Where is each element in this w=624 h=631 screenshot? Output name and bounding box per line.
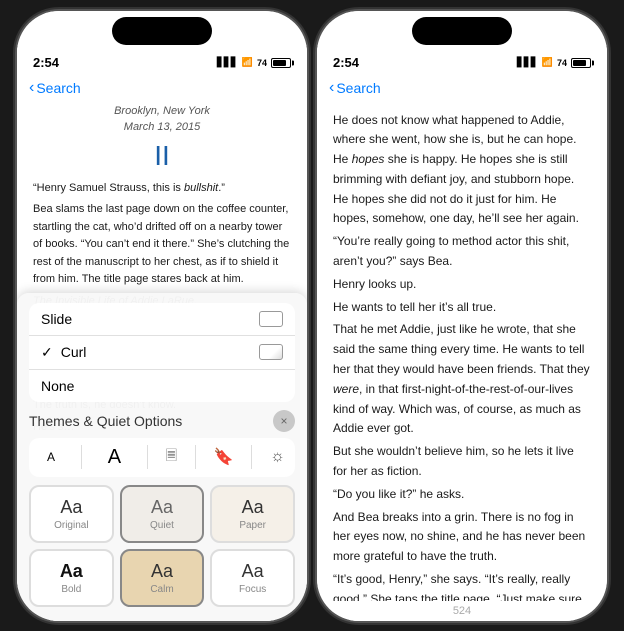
status-bar-left: 2:54 ▋▋▋ 📶 74: [17, 45, 307, 77]
theme-paper-name: Paper: [239, 520, 266, 531]
slide-menu: Slide ✓ Curl: [29, 303, 295, 402]
dynamic-island-left: [112, 17, 212, 45]
theme-focus[interactable]: Aa Focus: [210, 549, 295, 607]
status-bar-right: 2:54 ▋▋▋ 📶 74: [317, 45, 607, 77]
close-button[interactable]: ×: [273, 410, 295, 432]
status-icons-left: ▋▋▋ 📶 74: [217, 57, 291, 68]
themes-header: Themes & Quiet Options ×: [29, 410, 295, 432]
theme-quiet-label: Aa: [151, 497, 173, 518]
back-label-left: Search: [36, 80, 80, 96]
reading-para-7: “Do you like it?” he asks.: [333, 485, 591, 505]
brightness-icon[interactable]: ☼: [270, 448, 285, 466]
font-controls: A A 🗏 🔖 ☼: [29, 438, 295, 477]
curl-label: Curl: [61, 344, 87, 360]
theme-original[interactable]: Aa Original: [29, 485, 114, 543]
theme-original-name: Original: [54, 520, 88, 531]
signal-icon: ▋▋▋: [217, 57, 238, 68]
font-divider-3: [195, 445, 196, 469]
curl-icon: [259, 344, 283, 360]
theme-bold-name: Bold: [61, 584, 81, 595]
reading-para-9: “It’s good, Henry,” she says. “It’s real…: [333, 570, 591, 600]
reading-text-right: He does not know what happened to Addie,…: [317, 103, 607, 601]
font-divider-1: [81, 445, 82, 469]
back-arrow-left: ‹: [29, 79, 34, 97]
back-label-right: Search: [336, 80, 380, 96]
battery-text-right: 74: [557, 58, 567, 68]
theme-calm-name: Calm: [150, 584, 173, 595]
theme-calm[interactable]: Aa Calm: [120, 549, 205, 607]
chapter-number: II: [33, 140, 291, 172]
theme-bold[interactable]: Aa Bold: [29, 549, 114, 607]
font-increase-button[interactable]: A: [100, 444, 129, 471]
theme-focus-name: Focus: [239, 584, 266, 595]
time-right: 2:54: [333, 55, 359, 70]
nav-bar-right: ‹ Search: [317, 77, 607, 103]
none-label: None: [41, 378, 74, 394]
right-screen: 2:54 ▋▋▋ 📶 74 ‹ Search He does not know …: [317, 11, 607, 621]
left-screen: 2:54 ▋▋▋ 📶 74 ‹ Search Brooklyn, New Yor…: [17, 11, 307, 621]
theme-paper[interactable]: Aa Paper: [210, 485, 295, 543]
battery-text: 74: [257, 58, 267, 68]
reading-para-5: That he met Addie, just like he wrote, t…: [333, 320, 591, 439]
reading-para-4: He wants to tell her it’s all true.: [333, 298, 591, 318]
book-header: Brooklyn, New YorkMarch 13, 2015 II: [33, 103, 291, 172]
reading-para-3: Henry looks up.: [333, 275, 591, 295]
curl-check: ✓: [41, 344, 53, 361]
time-left: 2:54: [33, 55, 59, 70]
reading-para-1: He does not know what happened to Addie,…: [333, 111, 591, 230]
battery-icon-left: [271, 58, 291, 68]
reading-para-8: And Bea breaks into a grin. There is no …: [333, 508, 591, 567]
themes-title: Themes & Quiet Options: [29, 413, 182, 429]
reader-content-left: Brooklyn, New YorkMarch 13, 2015 II “Hen…: [17, 103, 307, 621]
back-button-right[interactable]: ‹ Search: [329, 79, 381, 97]
slide-icon: [259, 311, 283, 327]
theme-calm-label: Aa: [151, 561, 173, 582]
back-arrow-right: ‹: [329, 79, 334, 97]
slide-menu-item-slide[interactable]: Slide: [29, 303, 295, 336]
left-phone: 2:54 ▋▋▋ 📶 74 ‹ Search Brooklyn, New Yor…: [17, 11, 307, 621]
theme-focus-label: Aa: [242, 561, 264, 582]
bottom-panel: Slide ✓ Curl: [17, 293, 307, 621]
book-para-1: “Henry Samuel Strauss, this is bullshit.…: [33, 180, 291, 198]
theme-quiet[interactable]: Aa Quiet: [120, 485, 205, 543]
wifi-icon: 📶: [242, 57, 253, 68]
bookmark-icon[interactable]: 🔖: [214, 447, 234, 467]
page-number: 524: [317, 601, 607, 621]
reading-para-6: But she wouldn’t believe him, so he lets…: [333, 442, 591, 482]
signal-icon-right: ▋▋▋: [517, 57, 538, 68]
slide-menu-item-none[interactable]: None: [29, 370, 295, 402]
font-divider-4: [251, 445, 252, 469]
theme-bold-label: Aa: [60, 561, 83, 582]
back-button-left[interactable]: ‹ Search: [29, 79, 81, 97]
slide-label: Slide: [41, 311, 72, 327]
theme-quiet-name: Quiet: [150, 520, 174, 531]
font-decrease-button[interactable]: A: [39, 448, 63, 466]
theme-paper-label: Aa: [242, 497, 264, 518]
status-icons-right: ▋▋▋ 📶 74: [517, 57, 591, 68]
font-divider-2: [147, 445, 148, 469]
wifi-icon-right: 📶: [542, 57, 553, 68]
slide-menu-item-curl[interactable]: ✓ Curl: [29, 336, 295, 370]
theme-original-label: Aa: [60, 497, 82, 518]
nav-bar-left: ‹ Search: [17, 77, 307, 103]
book-location: Brooklyn, New YorkMarch 13, 2015: [33, 103, 291, 136]
theme-grid: Aa Original Aa Quiet Aa Paper Aa: [29, 485, 295, 607]
reading-para-2: “You’re really going to method actor thi…: [333, 232, 591, 272]
battery-icon-right: [571, 58, 591, 68]
book-para-2: Bea slams the last page down on the coff…: [33, 201, 291, 289]
font-type-icon[interactable]: 🗏: [166, 445, 177, 469]
right-phone: 2:54 ▋▋▋ 📶 74 ‹ Search He does not know …: [317, 11, 607, 621]
dynamic-island-right: [412, 17, 512, 45]
